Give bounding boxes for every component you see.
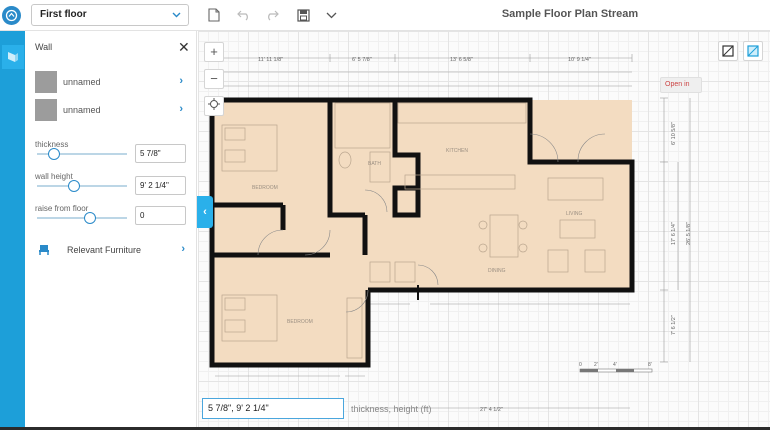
- chevron-left-icon: ‹: [203, 206, 207, 218]
- dimension-label: 6' 10 5/8": [671, 122, 677, 145]
- target-icon: [208, 98, 220, 110]
- panel-title: Wall: [35, 42, 53, 52]
- dimension-input[interactable]: 5 7/8", 9' 2 1/4": [202, 398, 344, 419]
- view-3d-button[interactable]: [743, 41, 763, 61]
- material-label: unnamed: [63, 105, 101, 115]
- save-icon[interactable]: [295, 7, 311, 23]
- chair-icon: [37, 242, 51, 261]
- thickness-field[interactable]: 5 7/8": [135, 144, 186, 163]
- scale-bar: 0 2' 4' 8': [579, 362, 653, 373]
- raise-from-floor-label: raise from floor: [35, 204, 89, 213]
- zoom-in-button[interactable]: +: [204, 42, 224, 62]
- dimension-label: 27' 4 1/2": [480, 407, 503, 413]
- dimension-label: 7' 6 1/2": [671, 315, 677, 335]
- open-in-button[interactable]: Open in: [660, 77, 702, 93]
- dimension-hint: thickness, height (ft): [351, 404, 432, 414]
- relevant-furniture-label: Relevant Furniture: [67, 245, 142, 255]
- more-chevron-icon[interactable]: [323, 7, 339, 23]
- chevron-down-icon: [172, 10, 181, 22]
- raise-from-floor-slider-thumb[interactable]: [83, 212, 96, 224]
- chevron-right-icon[interactable]: ›: [179, 75, 183, 87]
- room-label-living: LIVING: [566, 211, 583, 217]
- new-document-icon[interactable]: [206, 7, 222, 23]
- room-label-bedroom: BEDROOM: [287, 319, 313, 325]
- thickness-slider-thumb[interactable]: [47, 148, 60, 160]
- chevron-right-icon[interactable]: ›: [179, 103, 183, 115]
- close-icon[interactable]: ✕: [178, 40, 190, 54]
- scale-label: 2': [594, 362, 598, 368]
- relevant-furniture-row[interactable]: Relevant Furniture ›: [37, 242, 185, 258]
- redo-icon[interactable]: [264, 7, 280, 23]
- scale-label: 0: [579, 362, 582, 368]
- dimension-label: 6' 5 7/8": [352, 57, 372, 63]
- scale-label: 4': [613, 362, 617, 368]
- floor-select[interactable]: First floor: [31, 4, 189, 26]
- material-swatch[interactable]: [35, 71, 57, 93]
- top-toolbar: First floor Sample Floor Plan Stream: [0, 0, 770, 31]
- room-label-bath: BATH: [368, 161, 381, 167]
- undo-icon[interactable]: [236, 7, 252, 23]
- dimension-label: 26' 5 1/8": [686, 222, 692, 245]
- room-label-kitchen: KITCHEN: [446, 148, 468, 154]
- chevron-right-icon[interactable]: ›: [181, 243, 185, 255]
- wall-height-slider-thumb[interactable]: [67, 180, 80, 192]
- zoom-out-button[interactable]: −: [204, 69, 224, 89]
- raise-from-floor-slider[interactable]: [37, 212, 127, 224]
- recenter-button[interactable]: [204, 96, 224, 116]
- open-in-label: Open in: [665, 81, 690, 88]
- material-row[interactable]: unnamed ›: [35, 71, 185, 93]
- thickness-slider[interactable]: [37, 148, 127, 160]
- wall-height-field[interactable]: 9' 2 1/4": [135, 176, 186, 195]
- wall-height-label: wall height: [35, 172, 73, 181]
- properties-panel: Wall ✕ unnamed › unnamed › thickness 5 7…: [25, 31, 197, 430]
- document-title: Sample Floor Plan Stream: [501, 8, 639, 20]
- view-2d-icon: [722, 45, 734, 57]
- view-2d-button[interactable]: [718, 41, 738, 61]
- collapse-panel-button[interactable]: ‹: [197, 196, 213, 228]
- raise-from-floor-field[interactable]: 0: [135, 206, 186, 225]
- dimension-label: 17' 6 1/4": [671, 222, 677, 245]
- dimension-label: 13' 6 5/8": [450, 57, 473, 63]
- material-swatch[interactable]: [35, 99, 57, 121]
- app-logo-icon[interactable]: [2, 6, 21, 25]
- material-row[interactable]: unnamed ›: [35, 99, 185, 121]
- scale-label: 8': [648, 362, 652, 368]
- dimension-label: 10' 9 1/4": [568, 57, 591, 63]
- room-label-bedroom: BEDROOM: [252, 185, 278, 191]
- dimension-label: 11' 11 1/8": [258, 57, 283, 63]
- view-3d-icon: [747, 45, 759, 57]
- left-tool-strip: [0, 31, 25, 430]
- wall-height-slider[interactable]: [37, 180, 127, 192]
- room-label-dining: DINING: [488, 268, 506, 274]
- material-label: unnamed: [63, 77, 101, 87]
- floor-select-value: First floor: [40, 9, 87, 20]
- wall-tool-icon[interactable]: [2, 45, 24, 69]
